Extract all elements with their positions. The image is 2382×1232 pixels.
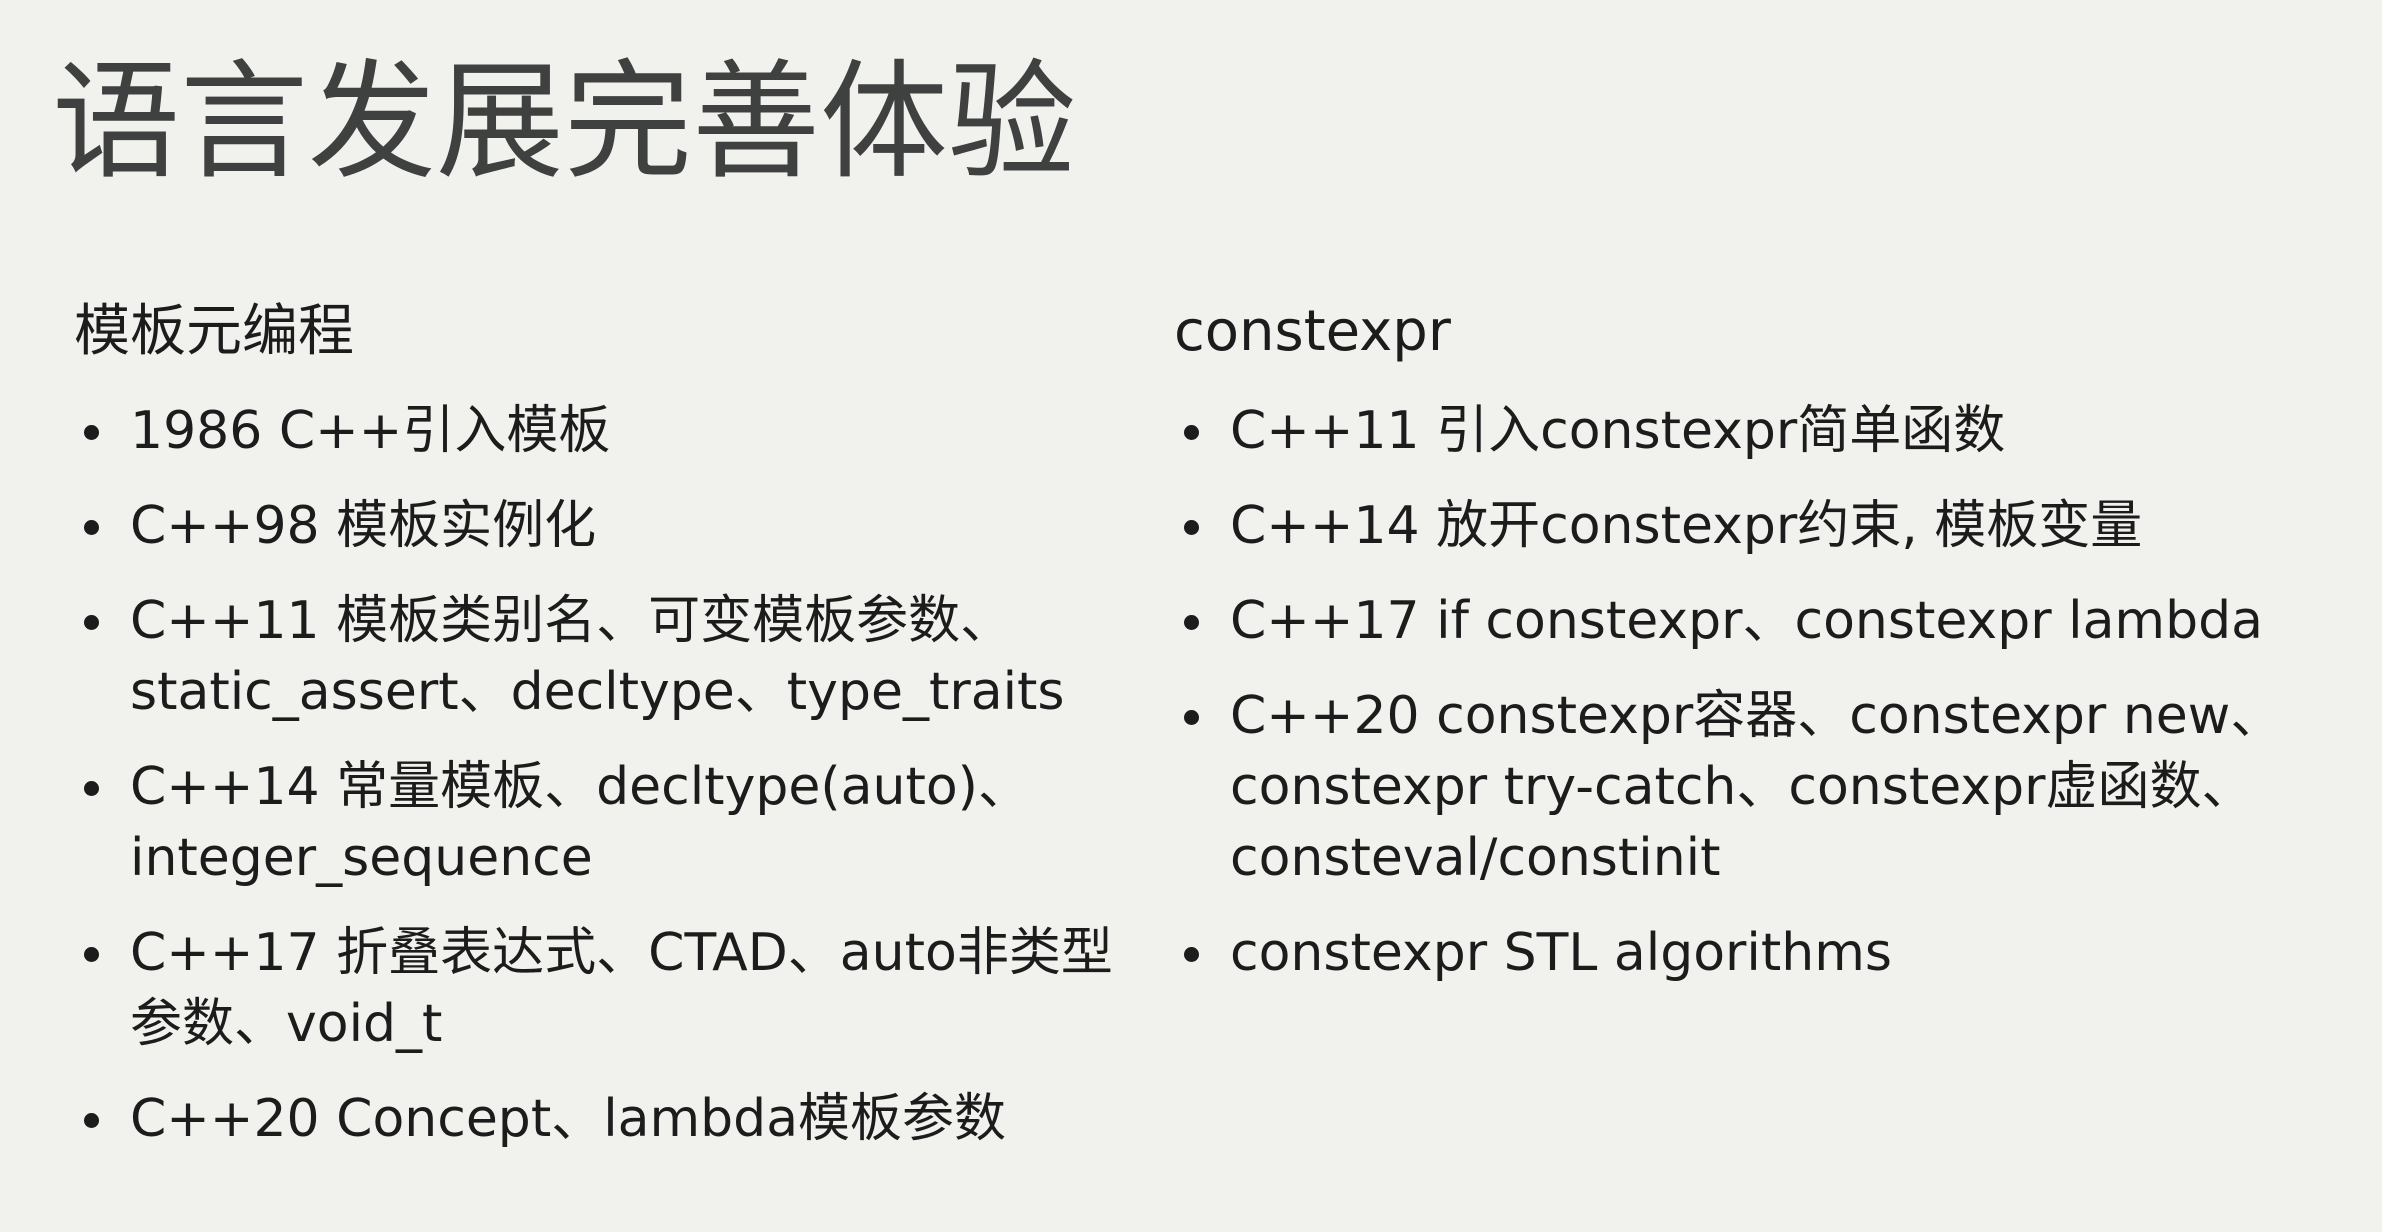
list-item-text: C++11 模板类别名、可变模板参数、static_assert、decltyp… — [130, 591, 1065, 722]
list-item: C++14 常量模板、decltype(auto)、integer_sequen… — [74, 752, 1134, 894]
left-column-heading: 模板元编程 — [74, 299, 354, 364]
slide-title: 语言发展完善体验 — [52, 48, 1077, 197]
list-item-text: C++20 Concept、lambda模板参数 — [130, 1089, 1007, 1149]
list-item: C++11 引入constexpr简单函数 — [1174, 396, 2324, 467]
list-item-text: constexpr STL algorithms — [1230, 923, 1892, 983]
list-item-text: C++20 constexpr容器、constexpr new、constexp… — [1230, 686, 2283, 888]
template-metaprogramming-column: 模板元编程 1986 C++引入模板 C++98 模板实例化 C++11 模板类… — [74, 292, 1134, 1179]
list-item-text: C++98 模板实例化 — [130, 496, 597, 556]
list-item-text: C++11 引入constexpr简单函数 — [1230, 401, 2006, 461]
bullet-icon — [1184, 710, 1199, 725]
bullet-icon — [84, 1113, 99, 1128]
list-item-text: C++17 if constexpr、constexpr lambda — [1230, 591, 2263, 651]
list-item: 1986 C++引入模板 — [74, 396, 1134, 467]
bullet-icon — [1184, 947, 1199, 962]
list-item-text: C++14 放开constexpr约束, 模板变量 — [1230, 496, 2143, 556]
list-item: C++11 模板类别名、可变模板参数、static_assert、decltyp… — [74, 586, 1134, 728]
list-item-text: 1986 C++引入模板 — [130, 401, 611, 461]
bullet-icon — [84, 781, 99, 796]
bullet-icon — [1184, 425, 1199, 440]
list-item: C++20 Concept、lambda模板参数 — [74, 1084, 1134, 1155]
left-bullet-list: 1986 C++引入模板 C++98 模板实例化 C++11 模板类别名、可变模… — [74, 396, 1134, 1155]
bullet-icon — [84, 947, 99, 962]
list-item: constexpr STL algorithms — [1174, 918, 2324, 989]
right-column-heading: constexpr — [1174, 299, 1451, 364]
list-item: C++14 放开constexpr约束, 模板变量 — [1174, 491, 2324, 562]
list-item: C++20 constexpr容器、constexpr new、constexp… — [1174, 681, 2324, 894]
slide: 语言发展完善体验 模板元编程 1986 C++引入模板 C++98 模板实例化 … — [0, 0, 2382, 1232]
list-item: C++98 模板实例化 — [74, 491, 1134, 562]
bullet-icon — [1184, 520, 1199, 535]
constexpr-column: constexpr C++11 引入constexpr简单函数 C++14 放开… — [1174, 292, 2324, 1013]
right-bullet-list: C++11 引入constexpr简单函数 C++14 放开constexpr约… — [1174, 396, 2324, 989]
bullet-icon — [1184, 615, 1199, 630]
bullet-icon — [84, 425, 99, 440]
bullet-icon — [84, 615, 99, 630]
list-item-text: C++14 常量模板、decltype(auto)、integer_sequen… — [130, 757, 1030, 888]
list-item: C++17 if constexpr、constexpr lambda — [1174, 586, 2324, 657]
list-item-text: C++17 折叠表达式、CTAD、auto非类型参数、void_t — [130, 923, 1113, 1054]
bullet-icon — [84, 520, 99, 535]
list-item: C++17 折叠表达式、CTAD、auto非类型参数、void_t — [74, 918, 1134, 1060]
